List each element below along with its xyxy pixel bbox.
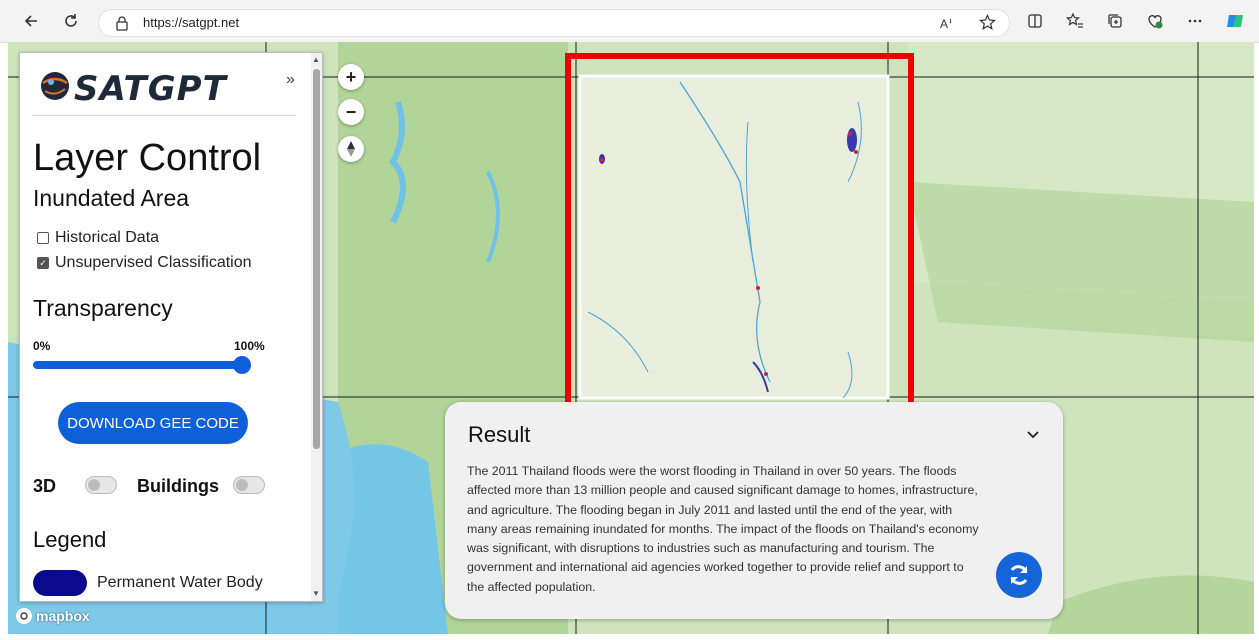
toggle-label-3d: 3D [33, 476, 57, 496]
browser-toolbar: https://satgpt.net A [0, 0, 1259, 43]
compass-icon [347, 141, 355, 157]
address-bar[interactable]: https://satgpt.net A [98, 9, 1010, 37]
regenerate-button[interactable] [996, 552, 1042, 598]
refresh-icon[interactable] [58, 8, 84, 34]
highlight-frame [565, 53, 914, 416]
more-options-icon[interactable] [1182, 8, 1208, 34]
divider [32, 115, 296, 116]
url-text: https://satgpt.net [143, 15, 240, 30]
collections-icon[interactable] [1102, 8, 1128, 34]
chevron-down-icon[interactable] [1027, 426, 1039, 442]
checkbox-label: Historical Data [55, 229, 160, 246]
toggle-knob [88, 479, 100, 491]
historical-data-checkbox-row[interactable]: Historical Data [37, 229, 159, 247]
browser-essentials-icon[interactable] [1142, 8, 1168, 34]
logo-text: SATGPT [74, 69, 227, 109]
download-gee-code-button[interactable]: DOWNLOAD GEE CODE [58, 402, 248, 444]
3d-toggle[interactable] [85, 476, 117, 494]
toggle-label-buildings: Buildings [137, 476, 219, 496]
unsupervised-classification-checkbox[interactable]: ✓ [37, 257, 49, 269]
zoom-in-button[interactable]: + [338, 64, 364, 90]
layer-control-panel: SATGPT » Layer Control Inundated Area Hi… [19, 52, 323, 602]
checkbox-label: Unsupervised Classification [55, 254, 252, 271]
buildings-toggle[interactable] [233, 476, 265, 494]
mapbox-icon [16, 608, 32, 624]
historical-data-checkbox[interactable] [37, 232, 49, 244]
globe-icon [41, 72, 69, 100]
zoom-out-button[interactable]: − [338, 99, 364, 125]
result-text: The 2011 Thailand floods were the worst … [467, 464, 979, 594]
result-title: Result [468, 422, 531, 447]
slider-min-label: 0% [33, 339, 51, 353]
scroll-up-icon[interactable]: ▲ [312, 55, 320, 64]
unsupervised-classification-checkbox-row[interactable]: ✓ Unsupervised Classification [37, 254, 252, 272]
slider-thumb[interactable] [233, 356, 251, 374]
legend-label: Permanent Water Body [97, 574, 263, 591]
split-screen-icon[interactable] [1022, 8, 1048, 34]
panel-scrollbar[interactable]: ▲ ▼ [311, 53, 322, 601]
collapse-button[interactable]: » [286, 71, 295, 89]
favorite-star-icon[interactable] [979, 14, 996, 36]
svg-text:A: A [940, 17, 948, 31]
slider-max-label: 100% [234, 339, 265, 353]
transparency-slider[interactable] [33, 361, 243, 369]
panel-title: Layer Control [33, 137, 262, 179]
back-icon[interactable] [18, 8, 44, 34]
lock-icon[interactable] [115, 15, 129, 36]
copilot-icon[interactable] [1222, 8, 1248, 34]
toggle-knob [236, 479, 248, 491]
section-title: Inundated Area [33, 185, 190, 211]
scroll-thumb[interactable] [313, 69, 320, 449]
mapbox-logo[interactable]: mapbox [16, 608, 90, 624]
result-panel: Result The 2011 Thailand floods were the… [445, 402, 1063, 619]
read-aloud-icon[interactable]: A [939, 15, 955, 36]
refresh-icon [1010, 565, 1028, 585]
transparency-title: Transparency [33, 295, 173, 321]
legend-title: Legend [33, 527, 107, 552]
compass-button[interactable] [338, 136, 364, 162]
legend-swatch [33, 570, 87, 596]
satgpt-logo: SATGPT [38, 65, 298, 109]
scroll-down-icon[interactable]: ▼ [312, 589, 320, 598]
favorites-icon[interactable] [1062, 8, 1088, 34]
mapbox-text: mapbox [36, 608, 90, 624]
